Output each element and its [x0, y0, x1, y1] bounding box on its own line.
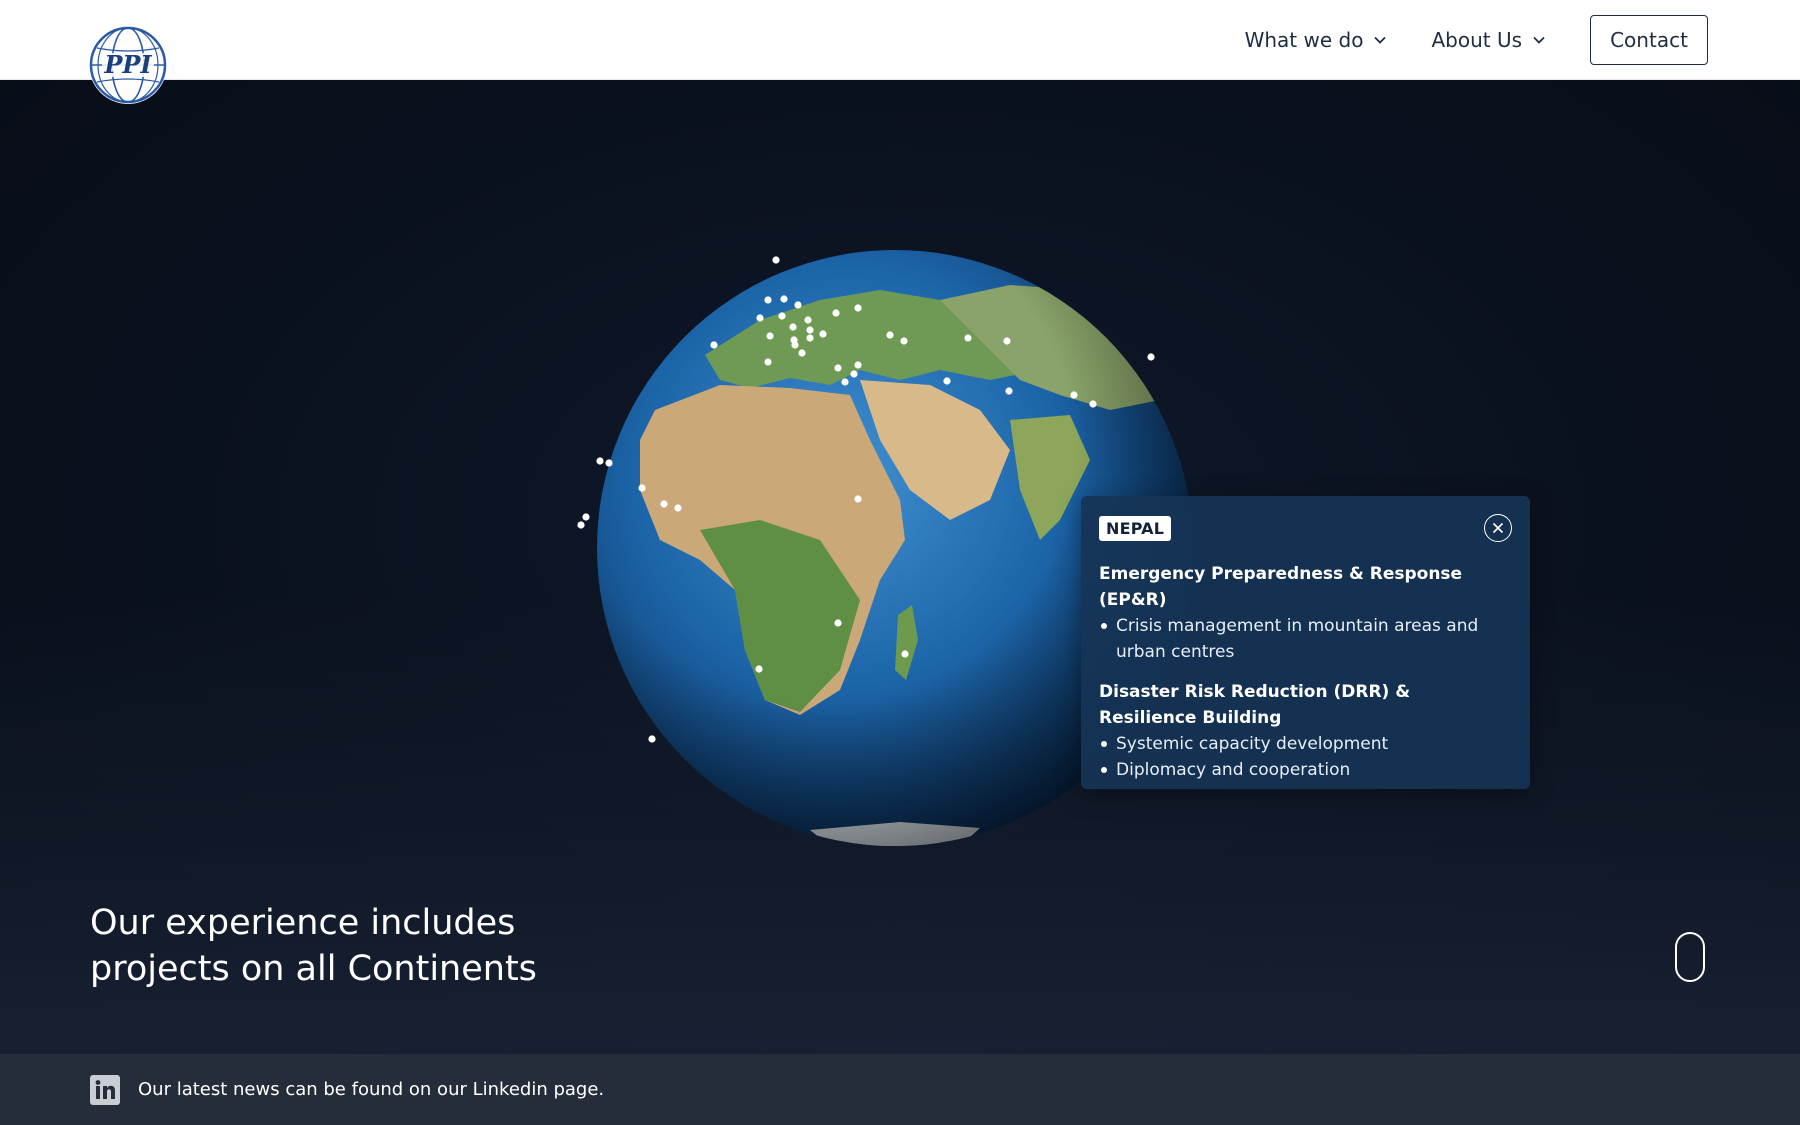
project-marker: [596, 457, 604, 465]
project-marker: [648, 735, 656, 743]
project-marker: [755, 665, 763, 673]
project-marker: [806, 326, 814, 334]
project-marker: [789, 323, 797, 331]
project-marker: [1070, 391, 1078, 399]
project-marker: [766, 332, 774, 340]
list-item: Systemic capacity development: [1099, 731, 1512, 757]
popup-section-list: Crisis management in mountain areas and …: [1099, 613, 1512, 665]
project-marker: [674, 504, 682, 512]
hero-section: Our experience includes projects on all …: [0, 80, 1800, 1054]
project-marker: [780, 295, 788, 303]
project-marker: [582, 513, 590, 521]
popup-section-epr: Emergency Preparedness & Response (EP&R)…: [1099, 561, 1512, 665]
project-marker: [710, 341, 718, 349]
project-marker: [778, 312, 786, 320]
project-marker: [900, 337, 908, 345]
project-marker: [577, 521, 585, 529]
nav-what-we-do[interactable]: What we do: [1245, 28, 1388, 52]
project-marker: [1089, 400, 1097, 408]
project-marker: [832, 309, 840, 317]
footer-news-text[interactable]: Our latest news can be found on our Link…: [138, 1079, 604, 1100]
hero-title-line1: Our experience includes: [90, 903, 516, 943]
project-marker: [638, 484, 646, 492]
project-marker: [794, 301, 802, 309]
chevron-down-icon: [1373, 33, 1387, 47]
list-item: Diplomacy and cooperation: [1099, 757, 1512, 783]
nav-what-we-do-label: What we do: [1244, 28, 1364, 52]
site-header: What we do About Us Contact: [0, 0, 1800, 80]
project-marker: [854, 495, 862, 503]
popup-section-list: Systemic capacity development Diplomacy …: [1099, 731, 1512, 783]
globe-logo-icon: PPI: [89, 26, 167, 104]
project-marker: [1147, 353, 1155, 361]
list-item: Crisis management in mountain areas and …: [1099, 613, 1512, 665]
project-marker: [756, 314, 764, 322]
project-marker: [841, 378, 849, 386]
project-marker: [834, 364, 842, 372]
ppi-logo[interactable]: PPI: [89, 26, 167, 104]
project-marker: [1005, 387, 1013, 395]
project-marker: [764, 296, 772, 304]
project-marker: [850, 370, 858, 378]
hero-title: Our experience includes projects on all …: [90, 900, 537, 992]
close-icon: [1492, 522, 1504, 534]
project-marker: [943, 377, 951, 385]
linkedin-icon[interactable]: [90, 1074, 120, 1105]
hero-title-line2: projects on all Continents: [90, 949, 537, 989]
project-marker: [854, 304, 862, 312]
project-marker: [798, 349, 806, 357]
project-marker: [819, 330, 827, 338]
country-badge: NEPAL: [1099, 516, 1172, 541]
project-marker: [764, 358, 772, 366]
news-footer: Our latest news can be found on our Link…: [0, 1054, 1800, 1125]
project-marker: [834, 619, 842, 627]
nav-about-us[interactable]: About Us: [1431, 28, 1546, 52]
close-popup-button[interactable]: [1484, 514, 1512, 542]
project-marker: [1003, 337, 1011, 345]
project-marker: [804, 316, 812, 324]
mouse-scroll-icon[interactable]: [1675, 932, 1705, 982]
main-nav: What we do About Us Contact: [1245, 0, 1800, 80]
popup-section-drr: Disaster Risk Reduction (DRR) & Resilien…: [1099, 679, 1512, 783]
contact-button[interactable]: Contact: [1590, 15, 1708, 65]
popup-section-title: Disaster Risk Reduction (DRR) & Resilien…: [1099, 682, 1411, 728]
project-marker: [854, 361, 862, 369]
project-marker: [791, 341, 799, 349]
project-marker: [886, 331, 894, 339]
nav-about-us-label: About Us: [1431, 28, 1522, 52]
project-marker: [605, 459, 613, 467]
project-marker: [660, 500, 668, 508]
project-marker: [901, 650, 909, 658]
project-marker: [772, 256, 780, 264]
chevron-down-icon: [1532, 33, 1546, 47]
project-marker: [806, 334, 814, 342]
project-marker: [964, 334, 972, 342]
country-info-popup: NEPAL Emergency Preparedness & Response …: [1081, 496, 1530, 789]
logo-text: PPI: [103, 50, 152, 79]
popup-section-title: Emergency Preparedness & Response (EP&R): [1099, 564, 1463, 610]
